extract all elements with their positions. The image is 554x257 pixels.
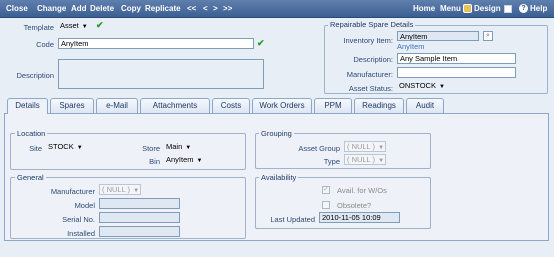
design-checkbox[interactable] bbox=[504, 5, 512, 13]
tab-work-orders[interactable]: Work Orders bbox=[252, 98, 312, 113]
bin-select[interactable]: AnyItem ▼ bbox=[164, 155, 202, 166]
chevron-down-icon: ▼ bbox=[81, 24, 88, 30]
chevron-down-icon: ▼ bbox=[378, 158, 385, 164]
asset-group-select[interactable]: ( NULL ) ▼ bbox=[344, 141, 386, 152]
location-title: Location bbox=[15, 129, 48, 138]
chevron-down-icon: ▼ bbox=[76, 145, 83, 151]
code-field[interactable]: AnyItem bbox=[58, 38, 254, 49]
first-record-button[interactable]: << bbox=[187, 4, 196, 13]
menu-button[interactable]: Menu bbox=[440, 4, 461, 13]
store-value: Main bbox=[166, 142, 183, 151]
template-check-icon: ✔ bbox=[96, 20, 104, 30]
type-select[interactable]: ( NULL ) ▼ bbox=[344, 154, 386, 165]
inventory-item-label: Inventory Item: bbox=[343, 36, 393, 45]
type-label: Type bbox=[323, 157, 340, 166]
grouping-title: Grouping bbox=[259, 129, 294, 138]
avail-label: Avail. for W/Os bbox=[337, 186, 387, 195]
spare-description-label: Description: bbox=[353, 55, 393, 64]
change-button[interactable]: Change bbox=[37, 4, 66, 13]
serial-label: Serial No. bbox=[62, 215, 95, 224]
tab-email[interactable]: e-Mail bbox=[96, 98, 138, 113]
site-select[interactable]: STOCK ▼ bbox=[46, 142, 83, 153]
help-icon: ? bbox=[519, 4, 528, 13]
avail-checkbox[interactable]: ✓ bbox=[322, 186, 330, 194]
design-button[interactable]: Design bbox=[474, 4, 501, 13]
copy-button[interactable]: Copy bbox=[121, 4, 141, 13]
spare-description-field[interactable]: Any Sample Item bbox=[397, 53, 516, 64]
description-label: Description bbox=[16, 71, 54, 80]
code-check-icon: ✔ bbox=[257, 38, 265, 48]
tab-spares[interactable]: Spares bbox=[50, 98, 94, 113]
asset-status-value: ONSTOCK bbox=[399, 81, 436, 90]
last-updated-field[interactable]: 2010-11-05 10:09 bbox=[319, 212, 400, 223]
installed-field[interactable] bbox=[99, 226, 180, 237]
serial-field[interactable] bbox=[99, 212, 180, 223]
toolbar: Close Change Add Delete Copy Replicate <… bbox=[0, 0, 554, 18]
tab-readings[interactable]: Readings bbox=[354, 98, 404, 113]
chevron-down-icon: ▼ bbox=[185, 145, 192, 151]
tab-attachments[interactable]: Attachments bbox=[140, 98, 210, 113]
tab-ppm[interactable]: PPM bbox=[314, 98, 352, 113]
code-label: Code bbox=[36, 40, 54, 49]
type-value: ( NULL ) bbox=[347, 155, 376, 164]
delete-button[interactable]: Delete bbox=[90, 4, 114, 13]
chevron-down-icon: ▼ bbox=[196, 158, 203, 164]
bin-label: Bin bbox=[149, 157, 160, 166]
asset-status-label: Asset Status: bbox=[348, 84, 393, 93]
store-label: Store bbox=[142, 144, 160, 153]
tab-costs[interactable]: Costs bbox=[212, 98, 250, 113]
template-value: Asset bbox=[60, 21, 79, 30]
chevron-down-icon: ▼ bbox=[378, 145, 385, 151]
lookup-icon[interactable]: ⌕ bbox=[483, 31, 493, 41]
general-manufacturer-value: ( NULL ) bbox=[102, 185, 131, 194]
asset-status-select[interactable]: ONSTOCK ▼ bbox=[397, 81, 445, 92]
asset-group-label: Asset Group bbox=[298, 144, 340, 153]
obsolete-checkbox[interactable] bbox=[322, 201, 330, 209]
installed-label: Installed bbox=[67, 229, 95, 238]
description-field[interactable] bbox=[58, 59, 264, 89]
chevron-down-icon: ▼ bbox=[133, 188, 140, 194]
spare-manufacturer-field[interactable] bbox=[397, 67, 516, 78]
asset-group-value: ( NULL ) bbox=[347, 142, 376, 151]
inventory-item-link[interactable]: AnyItem bbox=[397, 42, 425, 51]
last-updated-label: Last Updated bbox=[270, 215, 315, 224]
bin-value: AnyItem bbox=[166, 155, 194, 164]
model-label: Model bbox=[74, 201, 95, 210]
last-record-button[interactable]: >> bbox=[223, 4, 232, 13]
home-button[interactable]: Home bbox=[413, 4, 435, 13]
model-field[interactable] bbox=[99, 198, 180, 209]
site-label: Site bbox=[29, 144, 42, 153]
chevron-down-icon: ▼ bbox=[438, 84, 445, 90]
add-button[interactable]: Add bbox=[71, 4, 87, 13]
general-manufacturer-label: Manufacturer bbox=[50, 187, 95, 196]
design-icon bbox=[463, 4, 472, 13]
repairable-spare-title: Repairable Spare Details bbox=[328, 20, 416, 29]
prev-record-button[interactable]: < bbox=[203, 4, 208, 13]
general-title: General bbox=[15, 173, 46, 182]
template-label: Template bbox=[23, 23, 54, 32]
store-select[interactable]: Main ▼ bbox=[164, 142, 191, 153]
help-button[interactable]: Help bbox=[530, 4, 547, 13]
availability-title: Availability bbox=[259, 173, 299, 182]
manufacturer-label: Manufacturer: bbox=[346, 70, 393, 79]
inventory-item-field[interactable]: AnyItem bbox=[397, 31, 479, 41]
next-record-button[interactable]: > bbox=[213, 4, 218, 13]
tab-details[interactable]: Details bbox=[7, 98, 48, 114]
replicate-button[interactable]: Replicate bbox=[145, 4, 181, 13]
general-manufacturer-select[interactable]: ( NULL ) ▼ bbox=[99, 184, 141, 195]
close-button[interactable]: Close bbox=[6, 4, 28, 13]
template-select[interactable]: Asset ▼ bbox=[58, 21, 88, 32]
site-value: STOCK bbox=[48, 142, 74, 151]
obsolete-label: Obsolete? bbox=[337, 201, 372, 210]
tab-audit[interactable]: Audit bbox=[406, 98, 444, 113]
